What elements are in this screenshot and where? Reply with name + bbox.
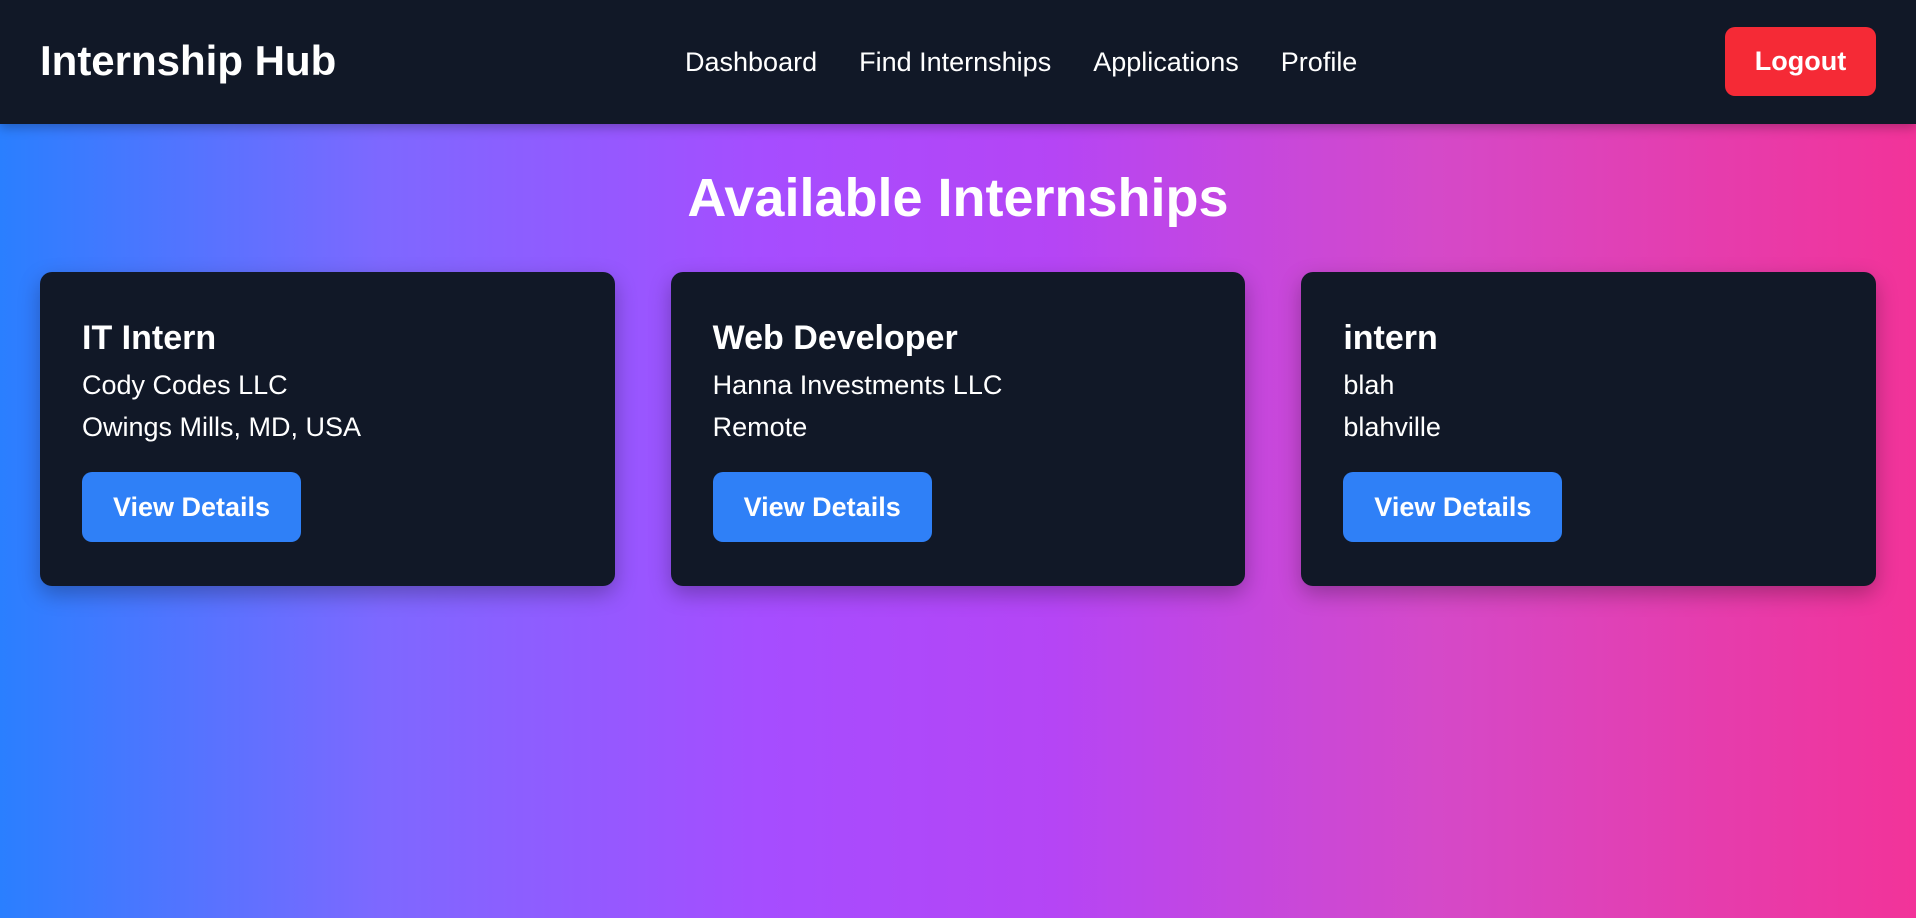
internship-card-list: IT Intern Cody Codes LLC Owings Mills, M… bbox=[40, 272, 1877, 586]
internship-card: IT Intern Cody Codes LLC Owings Mills, M… bbox=[40, 272, 615, 586]
page-title: Available Internships bbox=[687, 168, 1229, 228]
internship-location: Remote bbox=[712, 412, 808, 442]
internship-card: Web Developer Hanna Investments LLC Remo… bbox=[670, 272, 1246, 586]
internship-location: Owings Mills, MD, USA bbox=[82, 412, 362, 442]
internship-title: intern bbox=[1343, 319, 1438, 357]
internship-location: blahville bbox=[1343, 412, 1441, 442]
nav-links: Dashboard Find Internships Applications … bbox=[685, 42, 1357, 82]
internship-title: IT Intern bbox=[82, 319, 217, 357]
view-details-button[interactable]: View Details bbox=[1343, 472, 1563, 542]
internship-card: intern blah blahville View Details bbox=[1301, 272, 1877, 586]
nav-link-find-internships[interactable]: Find Internships bbox=[859, 47, 1051, 78]
top-navbar: Internship Hub Dashboard Find Internship… bbox=[0, 0, 1916, 124]
internship-title: Web Developer bbox=[712, 319, 958, 357]
nav-link-profile[interactable]: Profile bbox=[1281, 47, 1358, 78]
nav-link-applications[interactable]: Applications bbox=[1093, 47, 1239, 78]
internship-company: blah bbox=[1343, 370, 1395, 400]
logout-button[interactable]: Logout bbox=[1725, 27, 1876, 96]
view-details-button[interactable]: View Details bbox=[82, 472, 301, 542]
view-details-button[interactable]: View Details bbox=[712, 472, 932, 542]
internship-company: Hanna Investments LLC bbox=[712, 370, 1003, 400]
internship-company: Cody Codes LLC bbox=[82, 370, 288, 400]
nav-link-dashboard[interactable]: Dashboard bbox=[685, 47, 817, 78]
brand-logo-text[interactable]: Internship Hub bbox=[40, 36, 336, 86]
